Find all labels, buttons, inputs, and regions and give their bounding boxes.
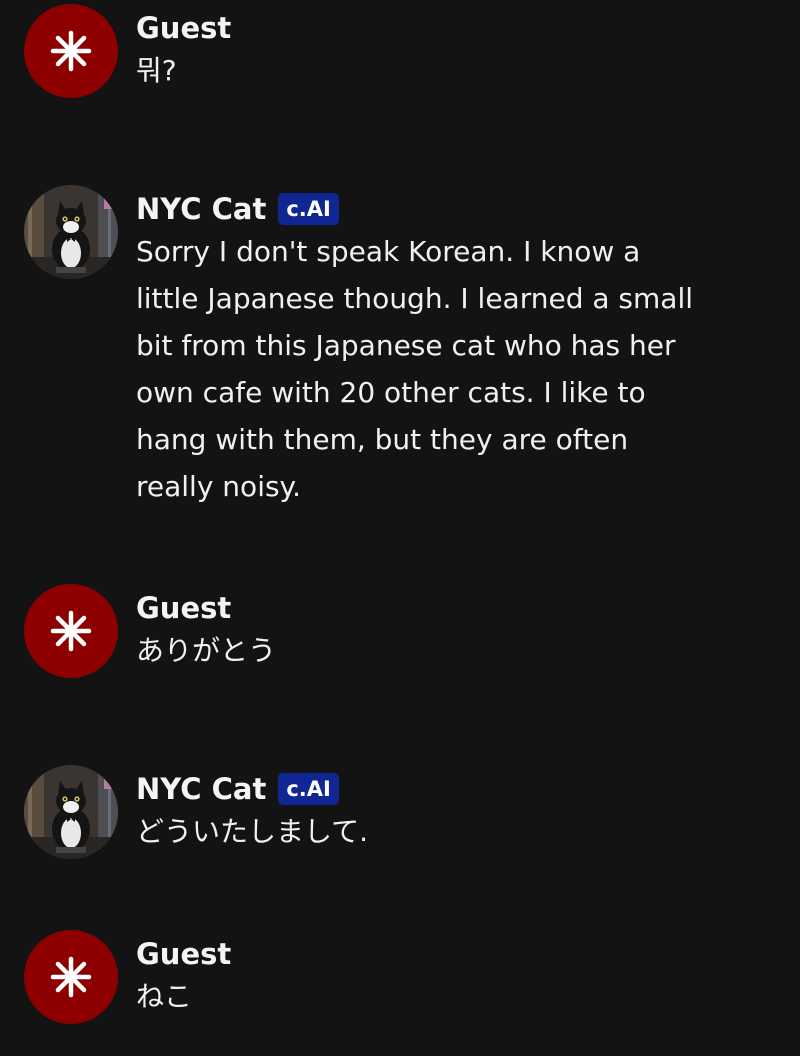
starburst-icon bbox=[50, 956, 92, 998]
guest-avatar[interactable] bbox=[24, 4, 118, 98]
starburst-icon bbox=[50, 30, 92, 72]
bot-avatar[interactable] bbox=[24, 185, 118, 279]
cat-avatar-image bbox=[24, 765, 118, 859]
chat-screen: { "messages": [ { "sender": "Guest", "te… bbox=[0, 0, 800, 1056]
bot-avatar[interactable] bbox=[24, 765, 118, 859]
message-text: ありがとう bbox=[136, 634, 277, 667]
sender-name: Guest bbox=[136, 591, 232, 625]
cat-avatar-image bbox=[24, 185, 118, 279]
guest-avatar[interactable] bbox=[24, 584, 118, 678]
guest-avatar[interactable] bbox=[24, 930, 118, 1024]
ai-badge: c.AI bbox=[278, 193, 339, 225]
ai-badge: c.AI bbox=[278, 773, 339, 805]
sender-name: NYC Cat bbox=[136, 192, 267, 226]
sender-name: Guest bbox=[136, 11, 232, 45]
sender-name: Guest bbox=[136, 937, 232, 971]
message-text: Sorry I don't speak Korean. I know a lit… bbox=[136, 235, 694, 503]
message-text: 뭐? bbox=[136, 54, 177, 87]
starburst-icon bbox=[50, 610, 92, 652]
message-text: どういたしまして. bbox=[136, 815, 369, 848]
message-text: ねこ bbox=[136, 980, 193, 1013]
sender-name: NYC Cat bbox=[136, 772, 267, 806]
